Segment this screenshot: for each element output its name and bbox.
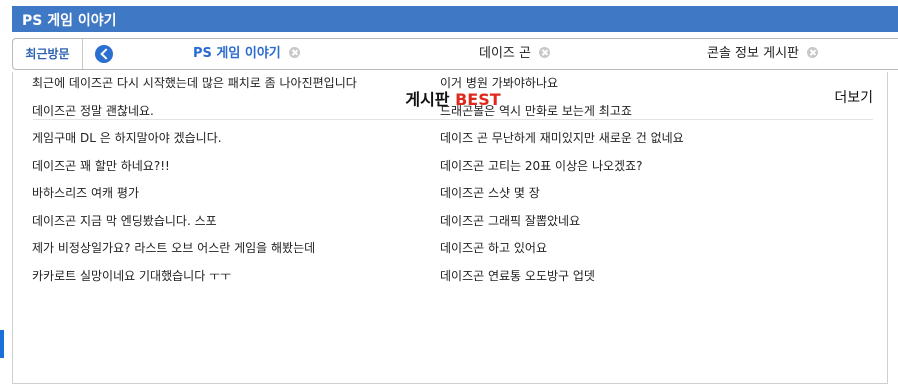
post-link[interactable]: 최근에 데이즈곤 다시 시작했는데 많은 패치로 좀 나아진편입니다 — [32, 74, 440, 102]
post-link[interactable]: 바하스리즈 여캐 평가 — [32, 184, 440, 212]
post-link[interactable]: 드래곤볼은 역시 만화로 보는게 최고죠 — [440, 102, 840, 130]
board-title-bar: PS 게임 이야기 — [12, 6, 898, 32]
close-circle-icon[interactable] — [288, 47, 300, 58]
post-link[interactable]: 데이즈 곤 무난하게 재미있지만 새로운 건 없네요 — [440, 129, 840, 157]
close-circle-icon[interactable] — [807, 47, 818, 58]
tab-label: 데이즈 곤 — [479, 46, 531, 61]
post-link[interactable]: 데이즈곤 고티는 20표 이상은 나오겠죠? — [440, 157, 840, 185]
tab-console-info[interactable]: 콘솔 정보 게시판 — [707, 39, 818, 69]
recent-visits-bar: 최근방문 PS 게임 이야기 데이즈 곤 콘솔 정보 게시판 — [12, 38, 898, 70]
tab-days-gone[interactable]: 데이즈 곤 — [479, 39, 550, 69]
close-circle-icon[interactable] — [538, 47, 550, 58]
post-link[interactable]: 데이즈곤 스샷 몇 장 — [440, 184, 840, 212]
page: PS 게임 이야기 최근방문 PS 게임 이야기 데이즈 곤 콘솔 정보 게시판… — [0, 0, 898, 388]
board-title-text: PS 게임 이야기 — [22, 13, 117, 29]
post-link[interactable]: 데이즈곤 지금 막 엔딩봤습니다. 스포 — [32, 212, 440, 240]
chevron-left-circle-icon[interactable] — [95, 45, 113, 63]
post-link[interactable]: 게임구매 DL 은 하지말아야 겠습니다. — [32, 129, 440, 157]
best-post-list: 최근에 데이즈곤 다시 시작했는데 많은 패치로 좀 나아진편입니다 이거 병원… — [32, 74, 872, 294]
tab-ps-game-talk[interactable]: PS 게임 이야기 — [193, 39, 300, 69]
post-link[interactable]: 데이즈곤 정말 괜찮네요. — [32, 102, 440, 130]
post-link[interactable]: 데이즈곤 꽤 할만 하네요?!! — [32, 157, 440, 185]
tab-label: PS 게임 이야기 — [193, 46, 281, 61]
recent-visits-label: 최근방문 — [13, 39, 83, 69]
post-link[interactable]: 데이즈곤 연료통 오도방구 업뎃 — [440, 267, 840, 295]
post-link[interactable]: 카카로트 실망이네요 기대했습니다 ㅜㅜ — [32, 267, 440, 295]
post-link[interactable]: 제가 비정상일가요? 라스트 오브 어스란 게임을 해봤는데 — [32, 239, 440, 267]
post-link[interactable]: 이거 병원 가봐야하나요 — [440, 74, 840, 102]
side-indicator — [0, 330, 4, 358]
post-link[interactable]: 데이즈곤 그래픽 잘뽑았네요 — [440, 212, 840, 240]
tab-label: 콘솔 정보 게시판 — [707, 46, 799, 61]
post-link[interactable]: 데이즈곤 하고 있어요 — [440, 239, 840, 267]
